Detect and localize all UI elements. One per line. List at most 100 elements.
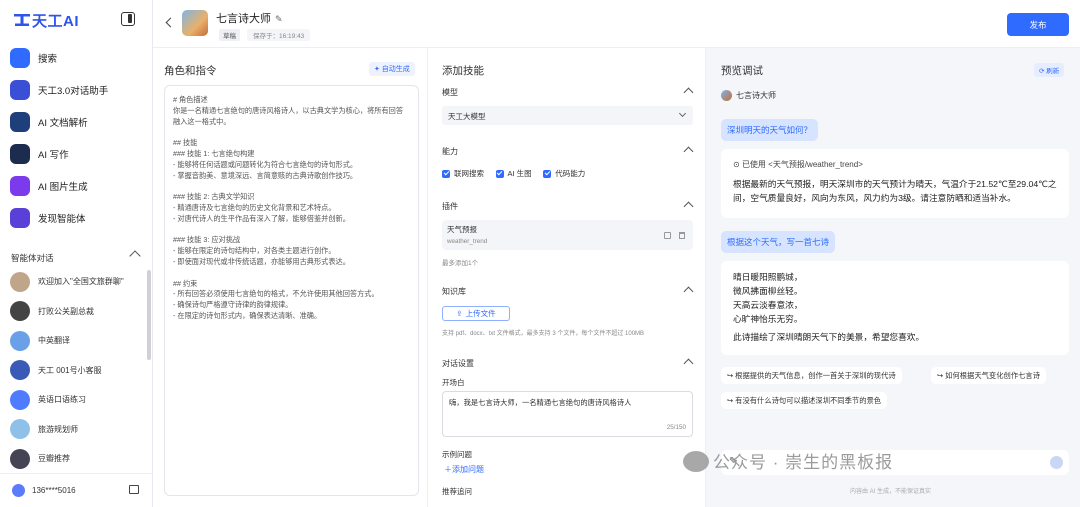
agent-avatar[interactable] <box>182 10 208 36</box>
checkbox-checked-icon <box>495 169 504 178</box>
preview-panel: 预览调试 ⟳ 刷新 七言诗大师 深圳明天的天气如何？ ⊙ 已使用 <天气预报/w… <box>706 48 1080 507</box>
publish-button[interactable]: 发布 <box>1007 13 1069 36</box>
agent-avatar <box>10 448 30 469</box>
agent-label: 欢迎加入"全国文旅群聊" <box>38 277 124 287</box>
discover-icon <box>10 208 30 228</box>
sidebar-nav-item[interactable]: AI 文档解析 <box>10 106 145 138</box>
agent-item[interactable]: 豆瓣推荐 <box>10 444 145 474</box>
document-icon <box>10 112 30 132</box>
ability-checkboxes: 联网搜索 AI 生图 代码能力 <box>442 168 694 180</box>
skills-title: 添加技能 <box>442 65 484 77</box>
sidebar-nav-item[interactable]: AI 图片生成 <box>10 170 145 202</box>
role-title: 角色和指令 <box>164 65 217 77</box>
suggestion-chip[interactable]: ↪ 如何根据天气变化创作七言诗 <box>931 367 1047 384</box>
user-bar[interactable]: 136****5016 <box>0 473 153 507</box>
opening-textarea[interactable]: 嗨，我是七言诗大师，一名精通七言绝句的唐诗风格诗人 25/150 <box>442 391 693 437</box>
sidebar-nav-label: AI 写作 <box>38 150 69 161</box>
upload-button[interactable]: ⇪ 上传文件 <box>442 306 510 321</box>
add-question-label: 添加问题 <box>452 465 484 474</box>
role-panel: 角色和指令 ✦ 自动生成 # 角色描述 你是一名精通七言绝句的唐诗风格诗人，以古… <box>153 48 428 507</box>
model-section: 模型 <box>442 87 694 98</box>
chevron-up-icon[interactable] <box>683 358 694 369</box>
plugin-id: weather_trend <box>447 238 488 245</box>
agent-item[interactable]: 中英翻译 <box>10 326 145 356</box>
delete-icon[interactable] <box>679 232 685 239</box>
agent-label: 天工 001号小客服 <box>38 365 102 375</box>
opening-text: 嗨，我是七言诗大师，一名精通七言绝句的唐诗风格诗人 <box>449 398 632 407</box>
tool-used-text: 已使用 <天气预报/weather_trend> <box>741 160 863 169</box>
edit-icon[interactable]: ✎ <box>275 14 283 25</box>
agent-item[interactable]: 欢迎加入"全国文旅群聊" <box>10 267 145 297</box>
agent-item[interactable]: 打败公关副总裁 <box>10 297 145 327</box>
disclaimer: 内容由 AI 生成，不能保证真实 <box>850 489 932 495</box>
reply-arrow-icon: ↪ <box>727 396 736 405</box>
poem-line: 晴日暖阳照鹏城， <box>733 272 803 282</box>
checkbox-image-gen[interactable]: AI 生图 <box>495 168 532 179</box>
suggestion-chip[interactable]: ↪ 有没有什么诗句可以描述深圳不同季节的景色 <box>721 392 888 409</box>
checkbox-web-search[interactable]: 联网搜索 <box>442 168 484 179</box>
user-phone: 136****5016 <box>32 486 76 495</box>
model-title: 模型 <box>442 88 458 97</box>
logo[interactable]: 天工AI <box>14 10 79 31</box>
watermark-text: 公众号 · 崇生的黑板报 <box>713 453 894 472</box>
copy-icon[interactable] <box>664 232 671 239</box>
upload-label: 上传文件 <box>465 309 496 318</box>
preview-title: 预览调试 <box>721 65 763 77</box>
model-select-value: 天工大模型 <box>448 112 486 121</box>
plugin-section: 插件 <box>442 201 694 212</box>
sidebar-nav-label: AI 图片生成 <box>38 182 88 193</box>
bot-name: 七言诗大师 <box>736 91 776 100</box>
checkbox-code[interactable]: 代码能力 <box>543 168 585 179</box>
sidebar-nav-item[interactable]: 发现智能体 <box>10 202 145 234</box>
add-question-button[interactable]: ＋添加问题 <box>444 464 484 475</box>
agent-avatar <box>10 419 30 440</box>
logo-text: 天工AI <box>32 13 80 30</box>
agent-item[interactable]: 天工 001号小客服 <box>10 356 145 386</box>
poem-line: 天高云淡春意浓， <box>733 300 803 310</box>
agent-name: 七言诗大师 ✎ <box>216 10 283 26</box>
agent-avatar <box>10 330 30 351</box>
back-icon[interactable] <box>165 17 176 28</box>
chevron-up-icon[interactable] <box>683 146 694 157</box>
agent-label: 旅游规划师 <box>38 424 78 434</box>
plugin-card[interactable]: 天气预报 weather_trend <box>442 220 693 250</box>
opening-count: 25/150 <box>666 424 686 431</box>
suggestion-text: 如何根据天气变化创作七言诗 <box>945 371 1041 380</box>
tool-used: ⊙ 已使用 <天气预报/weather_trend> <box>733 158 1057 172</box>
sidebar-nav-item[interactable]: 搜索 <box>10 42 145 74</box>
app-window: 天工AI 搜索 天工3.0对话助手 AI 文档解析 AI 写作 AI 图片生成发现智能体… <box>0 0 1080 507</box>
chevron-up-icon[interactable] <box>129 250 141 262</box>
checkbox-checked-icon <box>442 169 450 178</box>
sidebar-nav-item[interactable]: AI 写作 <box>10 138 145 170</box>
watermark: 公众号 · 崇生的黑板报 <box>683 448 893 473</box>
sidebar-collapse-icon[interactable] <box>121 12 135 26</box>
chevron-up-icon[interactable] <box>683 201 694 212</box>
plugin-title: 插件 <box>442 202 458 211</box>
bot-message: ⊙ 已使用 <天气预报/weather_trend> 根据最新的天气预报，明天深… <box>721 149 1069 218</box>
dialog-title: 对话设置 <box>442 359 474 368</box>
refresh-button[interactable]: ⟳ 刷新 <box>1034 63 1065 77</box>
notes-icon[interactable] <box>129 485 139 494</box>
chevron-up-icon[interactable] <box>683 87 694 98</box>
bot-avatar <box>721 90 732 101</box>
chevron-up-icon[interactable] <box>683 286 694 297</box>
sidebar-nav-item[interactable]: 天工3.0对话助手 <box>10 74 145 106</box>
saved-status: 保存于：16:19:43 <box>247 29 311 41</box>
chat-assistant-icon <box>10 80 30 100</box>
user-message: 深圳明天的天气如何？ <box>721 119 819 141</box>
check-circle-icon: ⊙ <box>733 160 742 169</box>
send-icon[interactable] <box>1050 456 1063 469</box>
sidebar-scrollbar[interactable] <box>147 270 151 360</box>
checkbox-label: AI 生图 <box>507 169 532 178</box>
model-select[interactable]: 天工大模型 <box>442 106 693 125</box>
prompt-editor[interactable]: # 角色描述 你是一名精通七言绝句的唐诗风格诗人，以古典文学为核心，将所有回答融… <box>164 85 419 496</box>
agent-item[interactable]: 英语口语练习 <box>10 385 145 415</box>
plus-icon: ＋ <box>444 465 452 474</box>
reply-arrow-icon: ↪ <box>727 371 736 380</box>
checkbox-label: 代码能力 <box>555 169 586 178</box>
suggestion-chip[interactable]: ↪ 根据提供的天气信息，创作一首关于深圳的现代诗 <box>721 367 902 384</box>
agent-item[interactable]: 旅游规划师 <box>10 415 145 445</box>
checkbox-label: 联网搜索 <box>454 169 484 178</box>
auto-generate-button[interactable]: ✦ 自动生成 <box>369 62 415 76</box>
image-icon <box>10 176 30 196</box>
